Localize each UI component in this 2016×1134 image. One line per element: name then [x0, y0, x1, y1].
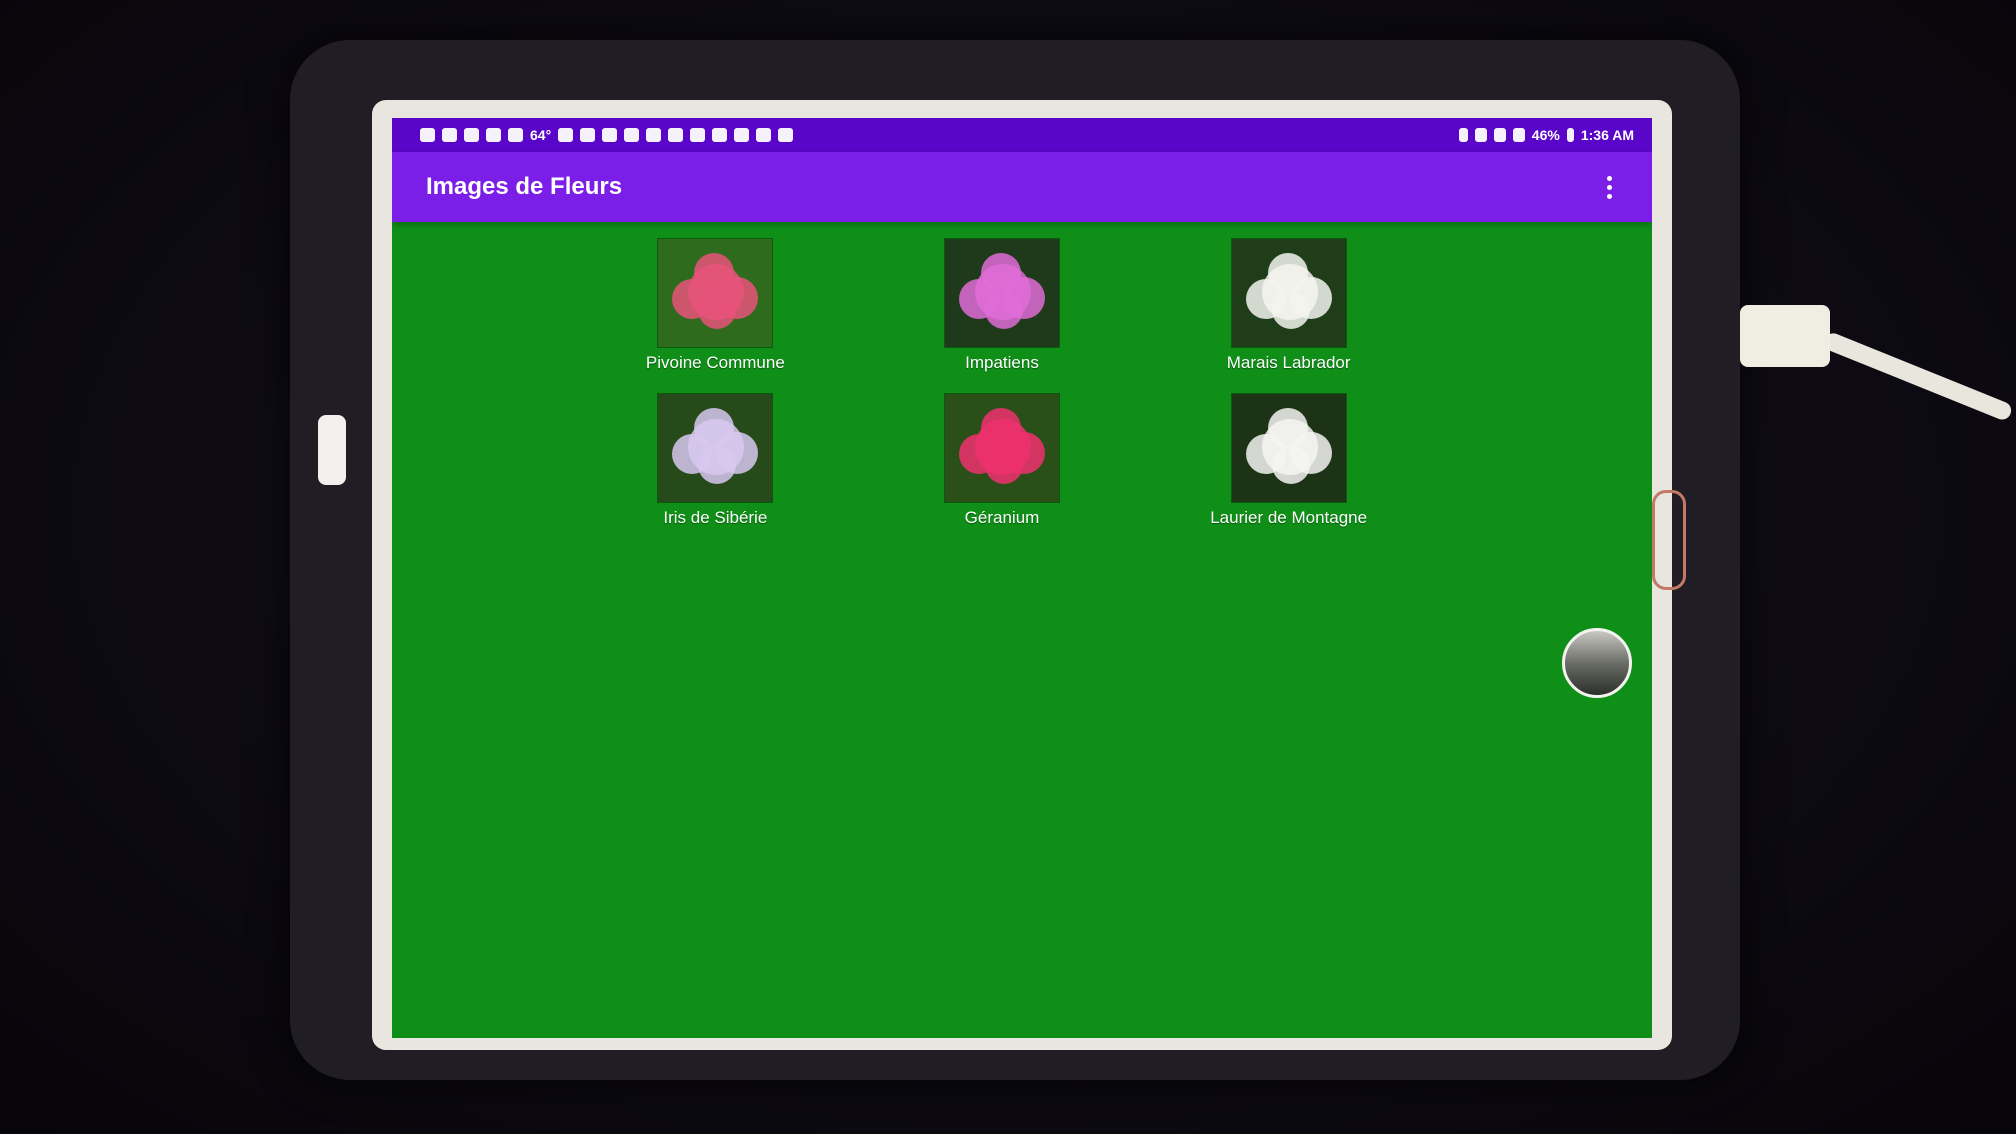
flower-tile[interactable]: Impatiens: [859, 238, 1146, 373]
signal-icon: [1512, 128, 1525, 142]
flower-label: Impatiens: [965, 353, 1039, 372]
warning-icon: [734, 128, 750, 142]
gallery-icon: [602, 128, 618, 142]
flower-label: Géranium: [964, 508, 1040, 527]
mail-icon: [464, 128, 479, 142]
flower-thumbnail: [943, 393, 1060, 503]
flower-grid: Pivoine Commune Impatiens Marais Labrador I…: [572, 238, 1432, 528]
mail-icon: [420, 128, 435, 142]
wifi-icon: [1493, 128, 1506, 142]
overflow-menu-button[interactable]: [1594, 167, 1624, 207]
flower-thumbnail: [657, 238, 774, 348]
image-icon: [712, 128, 728, 142]
device-screen: 64° 46% 1:36 AM Images de Fleurs Pivoine…: [392, 118, 1652, 1038]
photo-background: 64° 46% 1:36 AM Images de Fleurs Pivoine…: [0, 0, 2016, 1134]
bluetooth-icon: [1458, 128, 1468, 142]
app-icon: [778, 128, 794, 142]
usb-cable: [1821, 330, 2014, 423]
clock: 1:36 AM: [1580, 127, 1634, 143]
usb-plug: [1740, 305, 1830, 367]
flower-label: Laurier de Montagne: [1210, 508, 1368, 527]
battery-icon: [1566, 128, 1574, 142]
flower-label: Marais Labrador: [1226, 353, 1351, 372]
facebook-icon: [690, 128, 706, 142]
weather-temperature: 64°: [530, 127, 552, 143]
more-vert-icon: [1606, 193, 1612, 199]
app-icon: [624, 128, 640, 142]
home-key[interactable]: [1652, 490, 1686, 590]
battery-level: 46%: [1531, 127, 1560, 143]
upload-icon: [668, 128, 684, 142]
flower-thumbnail: [1230, 393, 1347, 503]
notification-icons: 64°: [420, 127, 794, 143]
flower-tile[interactable]: Marais Labrador: [1145, 238, 1432, 373]
flower-tile[interactable]: Pivoine Commune: [572, 238, 859, 373]
status-bar: 64° 46% 1:36 AM: [392, 118, 1652, 152]
flower-label: Iris de Sibérie: [663, 508, 768, 527]
app-icon: [646, 128, 662, 142]
app-bar: Images de Fleurs: [392, 152, 1652, 222]
flower-tile[interactable]: Iris de Sibérie: [572, 393, 859, 528]
more-vert-icon: [1606, 175, 1612, 181]
play-store-icon: [756, 128, 772, 142]
alarm-icon: [508, 128, 523, 142]
flower-thumbnail: [943, 238, 1060, 348]
app-icon: [580, 128, 596, 142]
app-icon: [558, 128, 574, 142]
mail-icon: [442, 128, 457, 142]
flower-tile[interactable]: Géranium: [859, 393, 1146, 528]
tablet-side-sensor: [318, 415, 346, 485]
more-vert-icon: [1606, 184, 1612, 190]
mute-icon: [1474, 128, 1487, 142]
app-title: Images de Fleurs: [426, 173, 623, 200]
flower-thumbnail: [1230, 238, 1347, 348]
flower-tile[interactable]: Laurier de Montagne: [1145, 393, 1432, 528]
flower-thumbnail: [657, 393, 774, 503]
system-status: 46% 1:36 AM: [1458, 127, 1634, 143]
shield-icon: [486, 128, 501, 142]
flower-label: Pivoine Commune: [645, 353, 785, 372]
floating-chat-head[interactable]: [1562, 628, 1632, 698]
